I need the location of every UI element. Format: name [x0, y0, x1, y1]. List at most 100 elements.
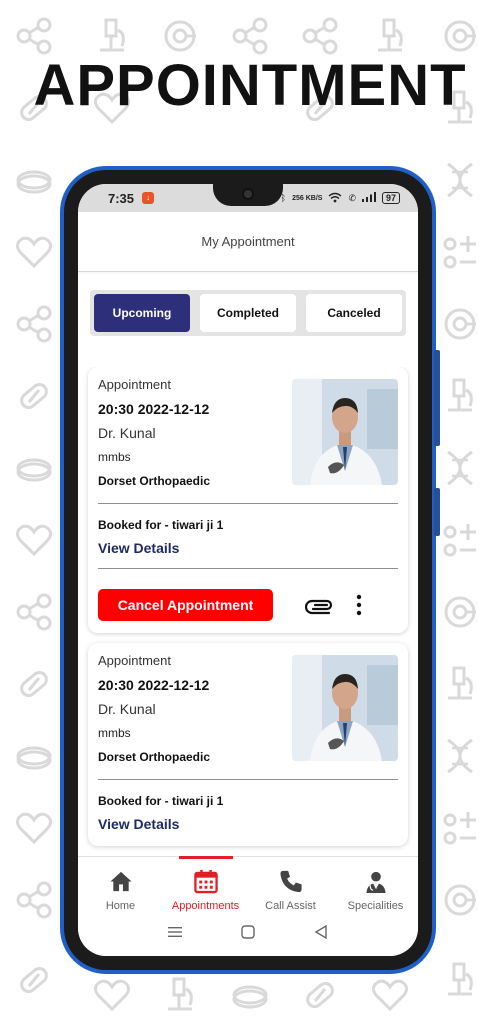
background-dish-icon [440, 880, 480, 920]
system-navigation-bar [78, 912, 418, 956]
attachment-icon[interactable] [305, 595, 335, 615]
background-share-icon [14, 304, 54, 344]
background-scope-icon [440, 960, 480, 1000]
nav-home[interactable]: Home [78, 857, 163, 912]
nav-home-label: Home [105, 900, 136, 912]
tab-upcoming[interactable]: Upcoming [94, 294, 190, 332]
background-dish-icon [440, 304, 480, 344]
tab-completed[interactable]: Completed [200, 294, 296, 332]
background-heart-icon [370, 975, 410, 1015]
booked-for: Booked for - tiwari ji 1 [98, 794, 224, 808]
background-dish2-icon [14, 736, 54, 776]
signal-icon [361, 192, 376, 204]
background-pill-icon [14, 960, 54, 1000]
view-details-link[interactable]: View Details [98, 816, 179, 832]
appointment-label: Appointment [98, 377, 171, 392]
phone-bezel: 7:35 ↓ ᛒ 256 KB/S ✆ 97 My Appointment Up… [64, 170, 440, 970]
background-share-icon [14, 16, 54, 56]
home-button-icon[interactable] [241, 924, 255, 944]
phone-screen: 7:35 ↓ ᛒ 256 KB/S ✆ 97 My Appointment Up… [78, 184, 418, 956]
background-dna-icon [440, 160, 480, 200]
appointment-label: Appointment [98, 653, 171, 668]
background-share-icon [230, 16, 270, 56]
background-pill-icon [14, 664, 54, 704]
status-time: 7:35 [108, 190, 135, 206]
clinic-name: Dorset Orthopaedic [98, 750, 211, 764]
recents-icon[interactable] [167, 925, 182, 943]
background-heart-icon [14, 808, 54, 848]
front-camera-icon [242, 188, 254, 200]
clinic-name: Dorset Orthopaedic [98, 474, 211, 488]
background-dish-icon [440, 592, 480, 632]
background-dish2-icon [14, 160, 54, 200]
power-button [434, 488, 440, 536]
booked-for: Booked for - tiwari ji 1 [98, 518, 224, 532]
background-dna-icon [440, 448, 480, 488]
background-dish2-icon [14, 448, 54, 488]
background-plus-icon [440, 232, 480, 272]
notification-app-icon: ↓ [142, 192, 155, 204]
appointment-datetime: 20:30 2022-12-12 [98, 677, 210, 693]
background-scope-icon [370, 16, 410, 56]
nav-call-assist-label: Call Assist [265, 900, 316, 912]
background-pill-icon [300, 975, 340, 1015]
nav-appointments-label: Appointments [171, 900, 240, 912]
background-dish-icon [160, 16, 200, 56]
background-share-icon [300, 16, 340, 56]
phone-icon [279, 870, 302, 893]
doctor-degree: mmbs [98, 726, 131, 740]
tab-canceled[interactable]: Canceled [306, 294, 402, 332]
divider [98, 503, 398, 504]
appointment-card: Appointment 20:30 2022-12-12 Dr. Kunal m… [88, 367, 408, 633]
divider [98, 568, 398, 569]
appointment-list[interactable]: Appointment 20:30 2022-12-12 Dr. Kunal m… [78, 367, 418, 862]
appointment-tabs: Upcoming Completed Canceled [90, 290, 406, 336]
nav-specialities[interactable]: Specialities [333, 857, 418, 912]
doctor-name: Dr. Kunal [98, 701, 156, 717]
doctor-photo [292, 379, 398, 485]
call-icon: ✆ [348, 192, 356, 203]
nav-appointments[interactable]: Appointments [163, 857, 248, 912]
background-share-icon [14, 592, 54, 632]
net-speed: 256 KB/S [292, 194, 323, 202]
background-share-icon [14, 880, 54, 920]
divider [98, 779, 398, 780]
background-scope-icon [440, 664, 480, 704]
doctor-degree: mmbs [98, 450, 131, 464]
hero-title: APPOINTMENT [33, 53, 467, 118]
background-dish-icon [440, 16, 480, 56]
battery-indicator: 97 [381, 192, 400, 204]
background-pill-icon [14, 376, 54, 416]
view-details-link[interactable]: View Details [98, 540, 179, 556]
background-plus-icon [440, 808, 480, 848]
wifi-icon [328, 192, 342, 205]
appointment-card: Appointment 20:30 2022-12-12 Dr. Kunal m… [88, 643, 408, 846]
background-plus-icon [440, 520, 480, 560]
background-scope-icon [160, 975, 200, 1015]
background-scope-icon [440, 376, 480, 416]
nav-specialities-label: Specialities [347, 900, 404, 912]
cancel-appointment-button[interactable]: Cancel Appointment [98, 589, 273, 621]
background-heart-icon [14, 232, 54, 272]
home-icon [109, 871, 132, 892]
back-icon[interactable] [314, 924, 328, 944]
phone-frame: 7:35 ↓ ᛒ 256 KB/S ✆ 97 My Appointment Up… [60, 166, 440, 974]
background-scope-icon [92, 16, 132, 56]
volume-button [434, 350, 440, 446]
appointment-datetime: 20:30 2022-12-12 [98, 401, 210, 417]
background-dna-icon [440, 736, 480, 776]
page-title: My Appointment [78, 212, 418, 272]
more-options-icon[interactable] [355, 594, 363, 616]
camera-notch [213, 184, 283, 206]
doctor-icon [365, 871, 386, 894]
doctor-photo [292, 655, 398, 761]
background-heart-icon [92, 975, 132, 1015]
status-bar: 7:35 ↓ ᛒ 256 KB/S ✆ 97 [78, 184, 418, 212]
bottom-navigation: Home Appointments Call Assist Specialiti… [78, 856, 418, 912]
doctor-name: Dr. Kunal [98, 425, 156, 441]
background-dish2-icon [230, 975, 270, 1015]
calendar-icon [193, 869, 218, 894]
background-heart-icon [14, 520, 54, 560]
nav-call-assist[interactable]: Call Assist [248, 857, 333, 912]
status-icons: ᛒ 256 KB/S ✆ 97 [281, 192, 400, 205]
